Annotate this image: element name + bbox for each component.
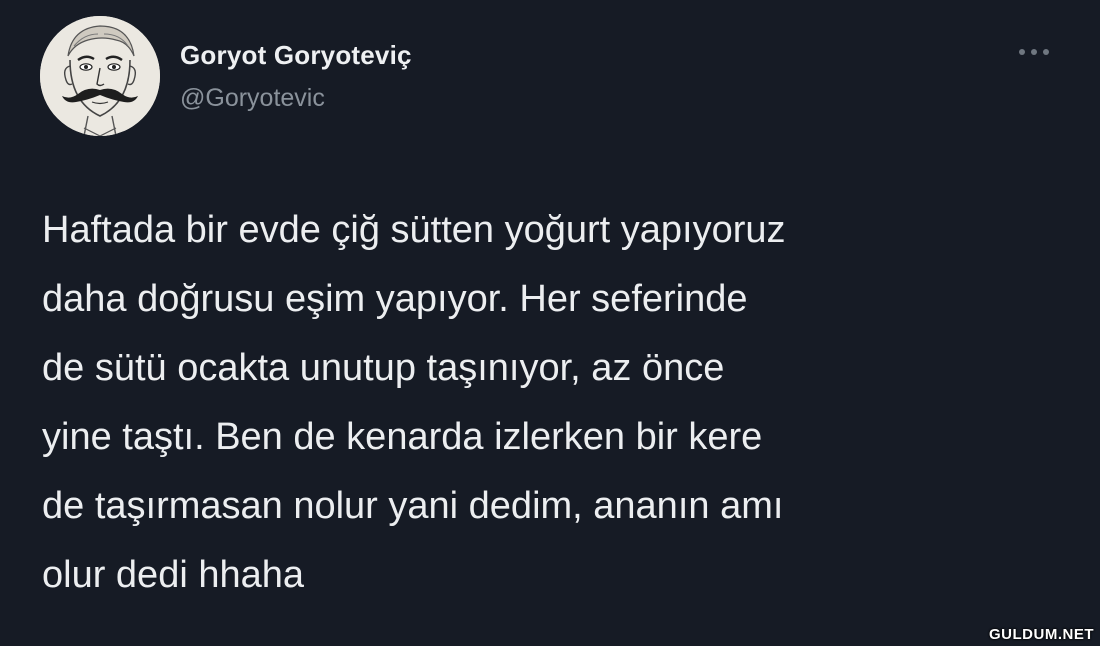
author-avatar[interactable]: [40, 16, 160, 136]
more-options-button[interactable]: [1008, 36, 1060, 68]
more-options-icon: [1019, 49, 1049, 55]
mustache-portrait-icon: [40, 16, 160, 136]
tweet-text: Haftada bir evde çiğ sütten yoğurt yapıy…: [42, 209, 786, 596]
author-handle[interactable]: @Goryotevic: [180, 84, 325, 113]
author-display-name[interactable]: Goryot Goryoteviç: [180, 40, 412, 71]
tweet-card: Goryot Goryoteviç @Goryotevic Haftada bi…: [0, 0, 1100, 646]
watermark: GULDUM.NET: [989, 626, 1094, 643]
